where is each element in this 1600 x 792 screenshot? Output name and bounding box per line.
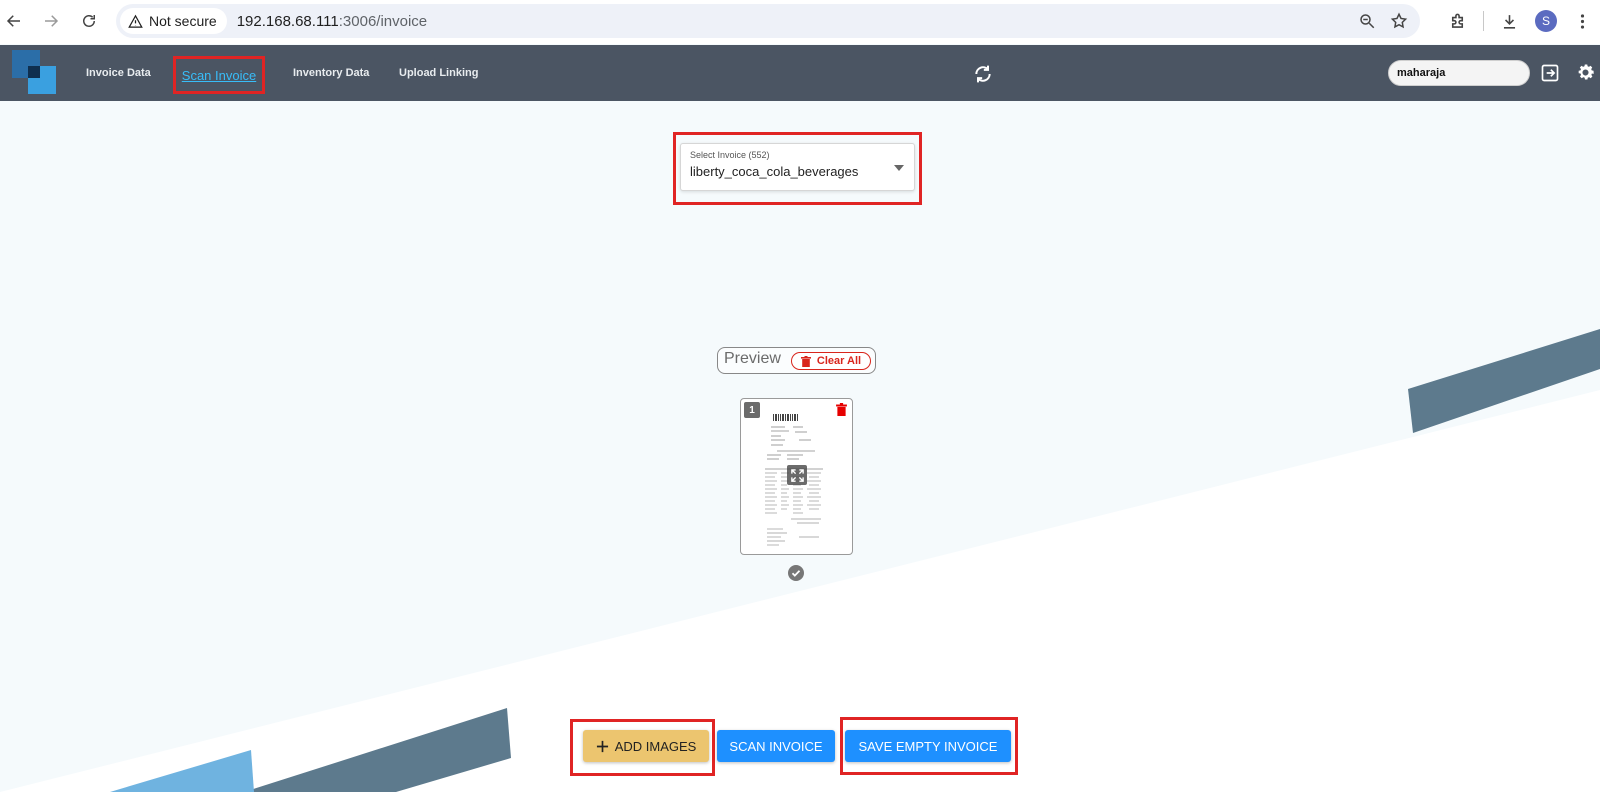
clear-all-label: Clear All <box>816 355 862 367</box>
thumbnail-number: 1 <box>744 402 760 418</box>
reload-icon <box>83 15 95 27</box>
check-circle-icon[interactable] <box>788 565 804 581</box>
clear-all-button[interactable]: Clear All <box>791 352 871 370</box>
app-logo[interactable] <box>12 50 58 96</box>
toolbar-separator <box>1483 11 1484 31</box>
nav-scan-invoice-label: Scan Invoice <box>181 67 257 83</box>
invoice-select-value: liberty_coca_cola_beverages <box>690 164 859 179</box>
forward-button[interactable] <box>33 3 69 39</box>
invoice-select-label: Select Invoice (552) <box>690 150 770 160</box>
expand-icon <box>790 468 804 482</box>
app-header: Invoice Data Scan Invoice Inventory Data… <box>0 45 1600 101</box>
address-bar[interactable]: Not secure 192.168.68.111:3006/invoice <box>116 4 1420 38</box>
trash-icon <box>800 355 811 367</box>
nav-scan-invoice[interactable]: Scan Invoice <box>173 56 265 94</box>
extensions-icon[interactable] <box>1448 12 1467 31</box>
security-label: Not secure <box>149 13 217 29</box>
forward-arrow-icon <box>45 15 59 27</box>
scan-invoice-label: SCAN INVOICE <box>729 738 823 754</box>
kebab-menu-icon[interactable] <box>1573 12 1592 31</box>
security-chip[interactable]: Not secure <box>120 8 227 34</box>
refresh-icon[interactable] <box>973 64 993 84</box>
preview-header: Preview Clear All <box>717 347 876 374</box>
save-empty-invoice-button[interactable]: SAVE EMPTY INVOICE <box>845 730 1011 762</box>
plus-icon <box>596 740 608 752</box>
star-icon[interactable] <box>1390 12 1408 30</box>
url-path: :3006/invoice <box>338 12 428 30</box>
reload-button[interactable] <box>71 3 107 39</box>
gear-icon[interactable] <box>1575 62 1596 83</box>
dropdown-caret-icon <box>894 165 904 171</box>
scan-invoice-button[interactable]: SCAN INVOICE <box>717 730 835 762</box>
trash-icon[interactable] <box>836 403 847 416</box>
invoice-select[interactable]: Select Invoice (552) liberty_coca_cola_b… <box>680 143 915 191</box>
add-images-label: ADD IMAGES <box>614 738 697 754</box>
preview-title: Preview <box>724 350 781 367</box>
profile-avatar[interactable]: S <box>1535 10 1557 32</box>
nav-inventory-data[interactable]: Inventory Data <box>293 67 369 79</box>
image-thumbnail[interactable]: 1 <box>740 398 853 555</box>
save-empty-invoice-label: SAVE EMPTY INVOICE <box>858 738 998 754</box>
browser-toolbar: Not secure 192.168.68.111:3006/invoice S <box>0 0 1600 44</box>
add-images-button[interactable]: ADD IMAGES <box>583 730 709 762</box>
warning-icon <box>128 14 143 28</box>
download-icon[interactable] <box>1500 12 1519 31</box>
store-input[interactable] <box>1388 60 1530 86</box>
back-arrow-icon <box>6 15 20 27</box>
logout-icon[interactable] <box>1540 63 1560 83</box>
url-host: 192.168.68.111 <box>236 12 339 30</box>
nav-upload-linking[interactable]: Upload Linking <box>399 67 478 79</box>
url-text[interactable]: 192.168.68.111:3006/invoice <box>237 13 427 30</box>
expand-button[interactable] <box>787 465 807 485</box>
back-button[interactable] <box>0 3 32 39</box>
nav-invoice-data[interactable]: Invoice Data <box>86 67 151 79</box>
zoom-icon[interactable] <box>1358 12 1376 30</box>
